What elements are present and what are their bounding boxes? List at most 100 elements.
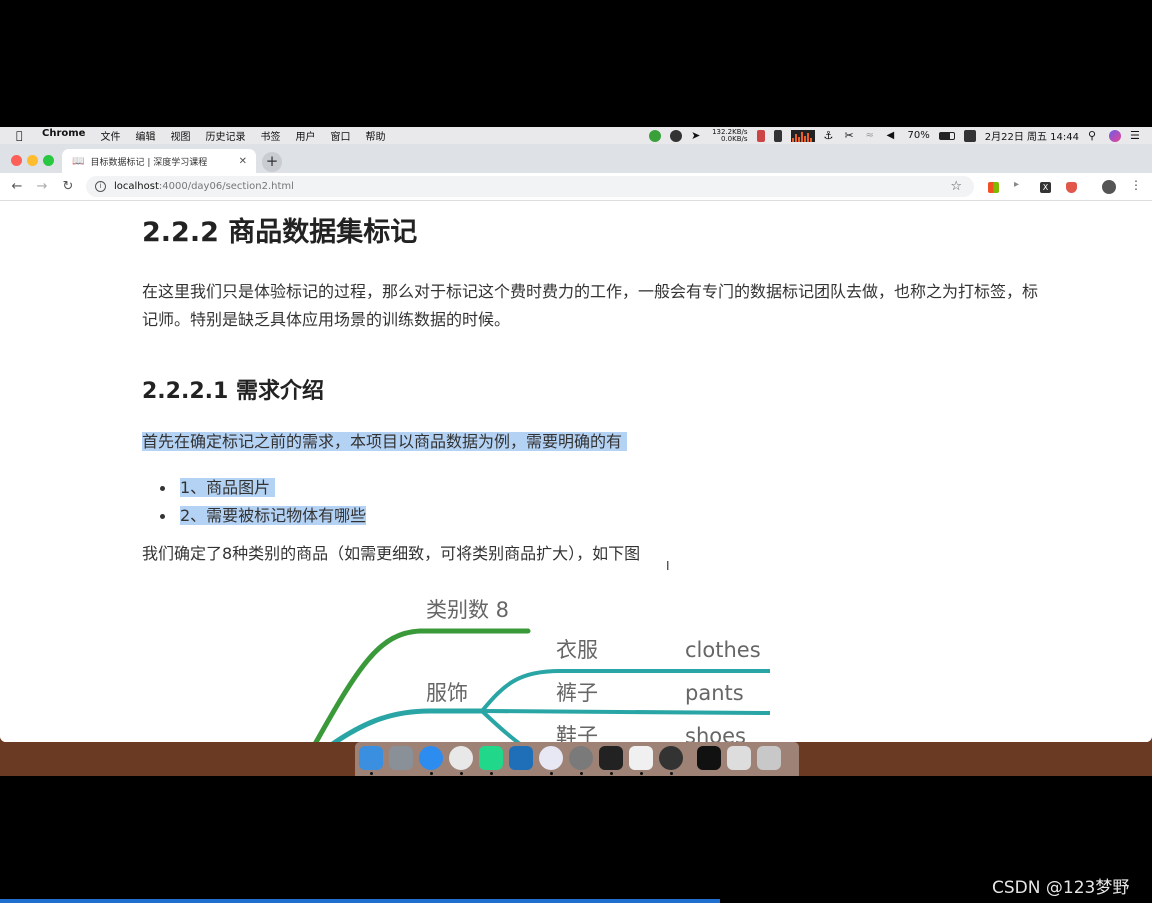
dock-running-indicator	[550, 772, 553, 775]
mindmap-leaf-cn: 鞋子	[556, 724, 598, 742]
wifi-icon[interactable]: ≈	[866, 130, 878, 142]
obs-icon[interactable]	[659, 746, 683, 770]
tab-title: 目标数据标记 | 深度学习课程	[90, 157, 208, 168]
list-item: 1、商品图片	[160, 474, 366, 502]
upload-icon[interactable]	[649, 129, 662, 142]
tab-close-icon[interactable]: ✕	[239, 156, 247, 167]
app-status-icon[interactable]	[670, 129, 683, 142]
tab-bar: 📖 目标数据标记 | 深度学习课程 ✕ +	[0, 144, 1152, 173]
siri-icon[interactable]	[1109, 129, 1121, 142]
notification-center-icon[interactable]: ☰	[1130, 129, 1142, 142]
menu-help[interactable]: 帮助	[365, 128, 385, 143]
docker-icon[interactable]: ⚓	[824, 129, 836, 142]
scissors-icon[interactable]: ✂	[845, 129, 857, 142]
typora-icon[interactable]	[539, 746, 563, 770]
mindmap-leaf-en: shoes	[685, 724, 746, 742]
trash-icon[interactable]	[757, 746, 781, 770]
tab-active[interactable]: 📖 目标数据标记 | 深度学习课程 ✕	[62, 149, 256, 173]
dock-running-indicator	[430, 772, 433, 775]
mindmap-root-label: 类别数 8	[426, 598, 509, 622]
net-down: 0.0KB/s	[720, 134, 748, 143]
video-progress-bar	[0, 899, 720, 903]
browser-window: 📖 目标数据标记 | 深度学习课程 ✕ + ← → ↻ i localhost:…	[0, 144, 1152, 742]
terminal-icon[interactable]	[599, 746, 623, 770]
chrome-menu-icon[interactable]: ⋮	[1130, 178, 1142, 192]
csdn-watermark: CSDN @123梦野	[992, 878, 1130, 898]
macos-menu-bar:  Chrome 文件 编辑 视图 历史记录 书签 用户 窗口 帮助 ➤ 132…	[0, 127, 1152, 144]
battery-percent: 70%	[907, 130, 930, 141]
browser-toolbar: ← → ↻ i localhost:4000/day06/section2.ht…	[0, 173, 1152, 201]
keynote-icon[interactable]	[509, 746, 533, 770]
window-minimize-button[interactable]	[27, 155, 38, 166]
menu-bookmarks[interactable]: 书签	[260, 128, 280, 143]
subsection-heading: 2.2.2.1 需求介绍	[142, 379, 324, 404]
info-icon[interactable]: i	[95, 181, 106, 192]
window-thumb-2[interactable]	[727, 746, 751, 770]
macos-dock	[355, 742, 799, 776]
mindmap-leaf-cn: 裤子	[556, 681, 598, 705]
requirements-list: 1、商品图片 2、需要被标记物体有哪些	[160, 474, 367, 530]
dock-running-indicator	[640, 772, 643, 775]
cpu-graph[interactable]	[790, 129, 815, 142]
menu-edit[interactable]: 编辑	[135, 128, 155, 143]
menu-file[interactable]: 文件	[100, 128, 120, 143]
text-cursor-icon: I	[666, 559, 670, 573]
display-icon[interactable]	[963, 129, 976, 142]
volume-icon[interactable]: ◀	[887, 130, 899, 142]
back-arrow-icon[interactable]: ←	[8, 178, 26, 196]
categories-paragraph: 我们确定了8种类别的商品（如需更细致，可将类别商品扩大），如下图	[142, 544, 641, 563]
page-content: 2.2.2 商品数据集标记 在这里我们只是体验标记的过程，那么对于标记这个费时费…	[0, 201, 1152, 742]
menu-window[interactable]: 窗口	[330, 128, 350, 143]
mindmap-leaf-en: pants	[685, 681, 744, 705]
window-close-button[interactable]	[11, 155, 22, 166]
list-item-text: 1、商品图片	[180, 478, 271, 497]
send-icon[interactable]: ➤	[691, 129, 703, 142]
menu-history[interactable]: 历史记录	[205, 128, 245, 143]
menu-app-chrome[interactable]: Chrome	[42, 128, 85, 143]
extension-shield-icon[interactable]	[1066, 182, 1077, 193]
menu-people[interactable]: 用户	[295, 128, 315, 143]
chrome-icon[interactable]	[449, 746, 473, 770]
window-thumb-1[interactable]	[697, 746, 721, 770]
reload-icon[interactable]: ↻	[59, 178, 77, 196]
disk-icon[interactable]	[773, 129, 782, 142]
finder-icon[interactable]	[359, 746, 383, 770]
battery-icon[interactable]	[938, 131, 955, 140]
apple-icon[interactable]: 	[16, 129, 30, 142]
new-tab-button[interactable]: +	[262, 152, 282, 172]
typora-t-icon[interactable]	[629, 746, 653, 770]
list-item: 2、需要被标记物体有哪些	[160, 502, 367, 530]
forward-arrow-icon[interactable]: →	[33, 178, 51, 196]
system-preferences-icon[interactable]	[569, 746, 593, 770]
dock-running-indicator	[370, 772, 373, 775]
extension-microsoft-icon[interactable]	[988, 182, 999, 193]
dock-running-indicator	[490, 772, 493, 775]
menu-view[interactable]: 视图	[170, 128, 190, 143]
pycharm-icon[interactable]	[479, 746, 503, 770]
status-area: ➤ 132.2KB/s 0.0KB/s ⚓ ✂ ≈ ◀ 70% 2月22日 周五…	[649, 127, 1142, 144]
datetime[interactable]: 2月22日 周五 14:44	[985, 128, 1079, 143]
mindmap-leaf-line-2	[481, 709, 771, 715]
book-icon: 📖	[72, 155, 85, 167]
mindmap-leaf-en: clothes	[685, 638, 761, 662]
mindmap-clothing-branch	[331, 708, 485, 742]
dock-running-indicator	[460, 772, 463, 775]
bookmark-star-icon[interactable]: ☆	[950, 179, 962, 194]
mindmap-branch-label: 服饰	[426, 681, 468, 705]
profile-avatar[interactable]	[1102, 180, 1116, 194]
window-maximize-button[interactable]	[43, 155, 54, 166]
extension-cursor-icon[interactable]: ▸	[1014, 179, 1025, 190]
memory-icon[interactable]	[756, 129, 765, 142]
requirements-paragraph: 首先在确定标记之前的需求，本项目以商品数据为例，需要明确的有	[142, 431, 628, 453]
safari-icon[interactable]	[419, 746, 443, 770]
dock-running-indicator	[580, 772, 583, 775]
url-host: localhost	[114, 181, 159, 192]
spotlight-search-icon[interactable]: ⚲	[1088, 129, 1100, 142]
section-heading: 2.2.2 商品数据集标记	[142, 217, 418, 248]
address-bar[interactable]: i localhost:4000/day06/section2.html ☆	[86, 176, 974, 197]
mindmap-leaf-line-3	[480, 709, 521, 742]
category-mindmap: 类别数 8 服饰 衣服 裤子 鞋子 clothes pants shoes	[313, 598, 771, 742]
extension-x-icon[interactable]: X	[1040, 182, 1051, 193]
mindmap-leaf-cn: 衣服	[556, 638, 598, 662]
launchpad-icon[interactable]	[389, 746, 413, 770]
